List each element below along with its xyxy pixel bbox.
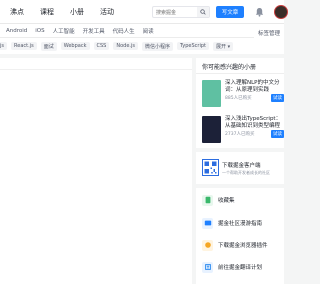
link-browser-plugin[interactable]: 下载掘金浏览器插件 [202,238,284,252]
write-article-label: 写文章 [221,10,239,16]
feed-tabs [0,58,192,70]
link-label: 收藏集 [218,198,235,204]
booklet-title: 深入浅出TypeScript：从基础知识到类型编程 [225,116,282,129]
booklet-item[interactable]: 深入浅出TypeScript：从基础知识到类型编程 2737人已购买 试读 [202,116,284,146]
link-label: 下载掘金浏览器插件 [218,243,268,249]
category-ai[interactable]: 人工智能 [53,27,75,35]
tag-css[interactable]: CSS [93,42,110,50]
translate-icon [202,261,213,273]
guide-icon [202,217,213,229]
trial-read-button[interactable]: 试读 [271,130,284,138]
divider [196,73,284,74]
collection-icon [202,194,213,206]
write-article-button[interactable]: 写文章 [216,6,244,18]
category-nav: Android iOS 人工智能 开发工具 代码人生 阅读 [0,24,284,38]
tag-webpack[interactable]: Webpack [60,42,90,50]
tag-miniprogram[interactable]: 微信小程序 [141,41,173,51]
tags-expand-button[interactable]: 展开 ▾ [213,41,234,51]
user-avatar[interactable] [274,5,288,19]
search-button[interactable] [197,7,209,17]
booklet-title: 深入理解NLP的中文分词：从原理到实践 [225,80,280,93]
category-reading[interactable]: 阅读 [143,27,154,35]
client-download-title: 下载掘金客户端 [222,163,261,169]
qr-code-icon [202,159,219,176]
link-label: 前往掘金翻译计划 [218,265,263,271]
tag-node[interactable]: Node.js [113,42,138,50]
nav-item-booklets[interactable]: 小册 [70,7,84,17]
search-icon [200,9,206,15]
nav-item-pins[interactable]: 沸点 [10,7,24,17]
client-download-card[interactable]: 下载掘金客户端 一个帮助开发者成长的社区 [196,152,284,184]
category-code-life[interactable]: 代码人生 [113,27,135,35]
tag-interview[interactable]: 面试 [40,41,57,51]
booklet-cover [202,116,221,143]
trial-read-button[interactable]: 试读 [271,94,284,102]
search-input[interactable] [156,8,196,17]
tag-react[interactable]: React.js [11,42,37,50]
link-translation-project[interactable]: 前往掘金翻译计划 [202,260,284,274]
nav-item-events[interactable]: 活动 [100,7,114,17]
category-ios[interactable]: iOS [35,28,44,34]
booklet-item[interactable]: 深入理解NLP的中文分词：从原理到实践 885人已购买 试读 [202,80,284,110]
link-label: 掘金社区漫游指南 [218,221,263,227]
booklet-purchases: 885人已购买 [225,96,252,101]
top-header: 沸点 课程 小册 活动 写文章 [0,0,288,24]
link-community-guide[interactable]: 掘金社区漫游指南 [202,216,284,230]
category-android[interactable]: Android [6,28,27,34]
search-box [152,6,210,18]
link-collections[interactable]: 收藏集 [202,193,284,207]
tag-bar: js React.js 面试 Webpack CSS Node.js 微信小程序… [0,38,284,54]
sidebar-links: 收藏集 掘金社区漫游指南 下载掘金浏览器插件 前往掘金翻译计划 [196,188,284,284]
tag-js[interactable]: js [0,42,7,50]
top-nav: 沸点 课程 小册 活动 [0,0,120,24]
recommended-booklets: 你可能感兴趣的小册 深入理解NLP的中文分词：从原理到实践 885人已购买 试读… [196,58,284,148]
booklet-purchases: 2737人已购买 [225,132,255,137]
tag-typescript[interactable]: TypeScript [177,42,209,50]
notification-bell-icon[interactable] [255,7,264,17]
nav-item-courses[interactable]: 课程 [40,7,54,17]
booklet-cover [202,80,221,107]
booklets-title: 你可能感兴趣的小册 [202,64,257,71]
category-dev-tools[interactable]: 开发工具 [83,27,105,35]
client-download-subtitle: 一个帮助开发者成长的社区 [222,170,270,175]
plugin-icon [202,239,213,251]
article-feed [0,58,192,284]
